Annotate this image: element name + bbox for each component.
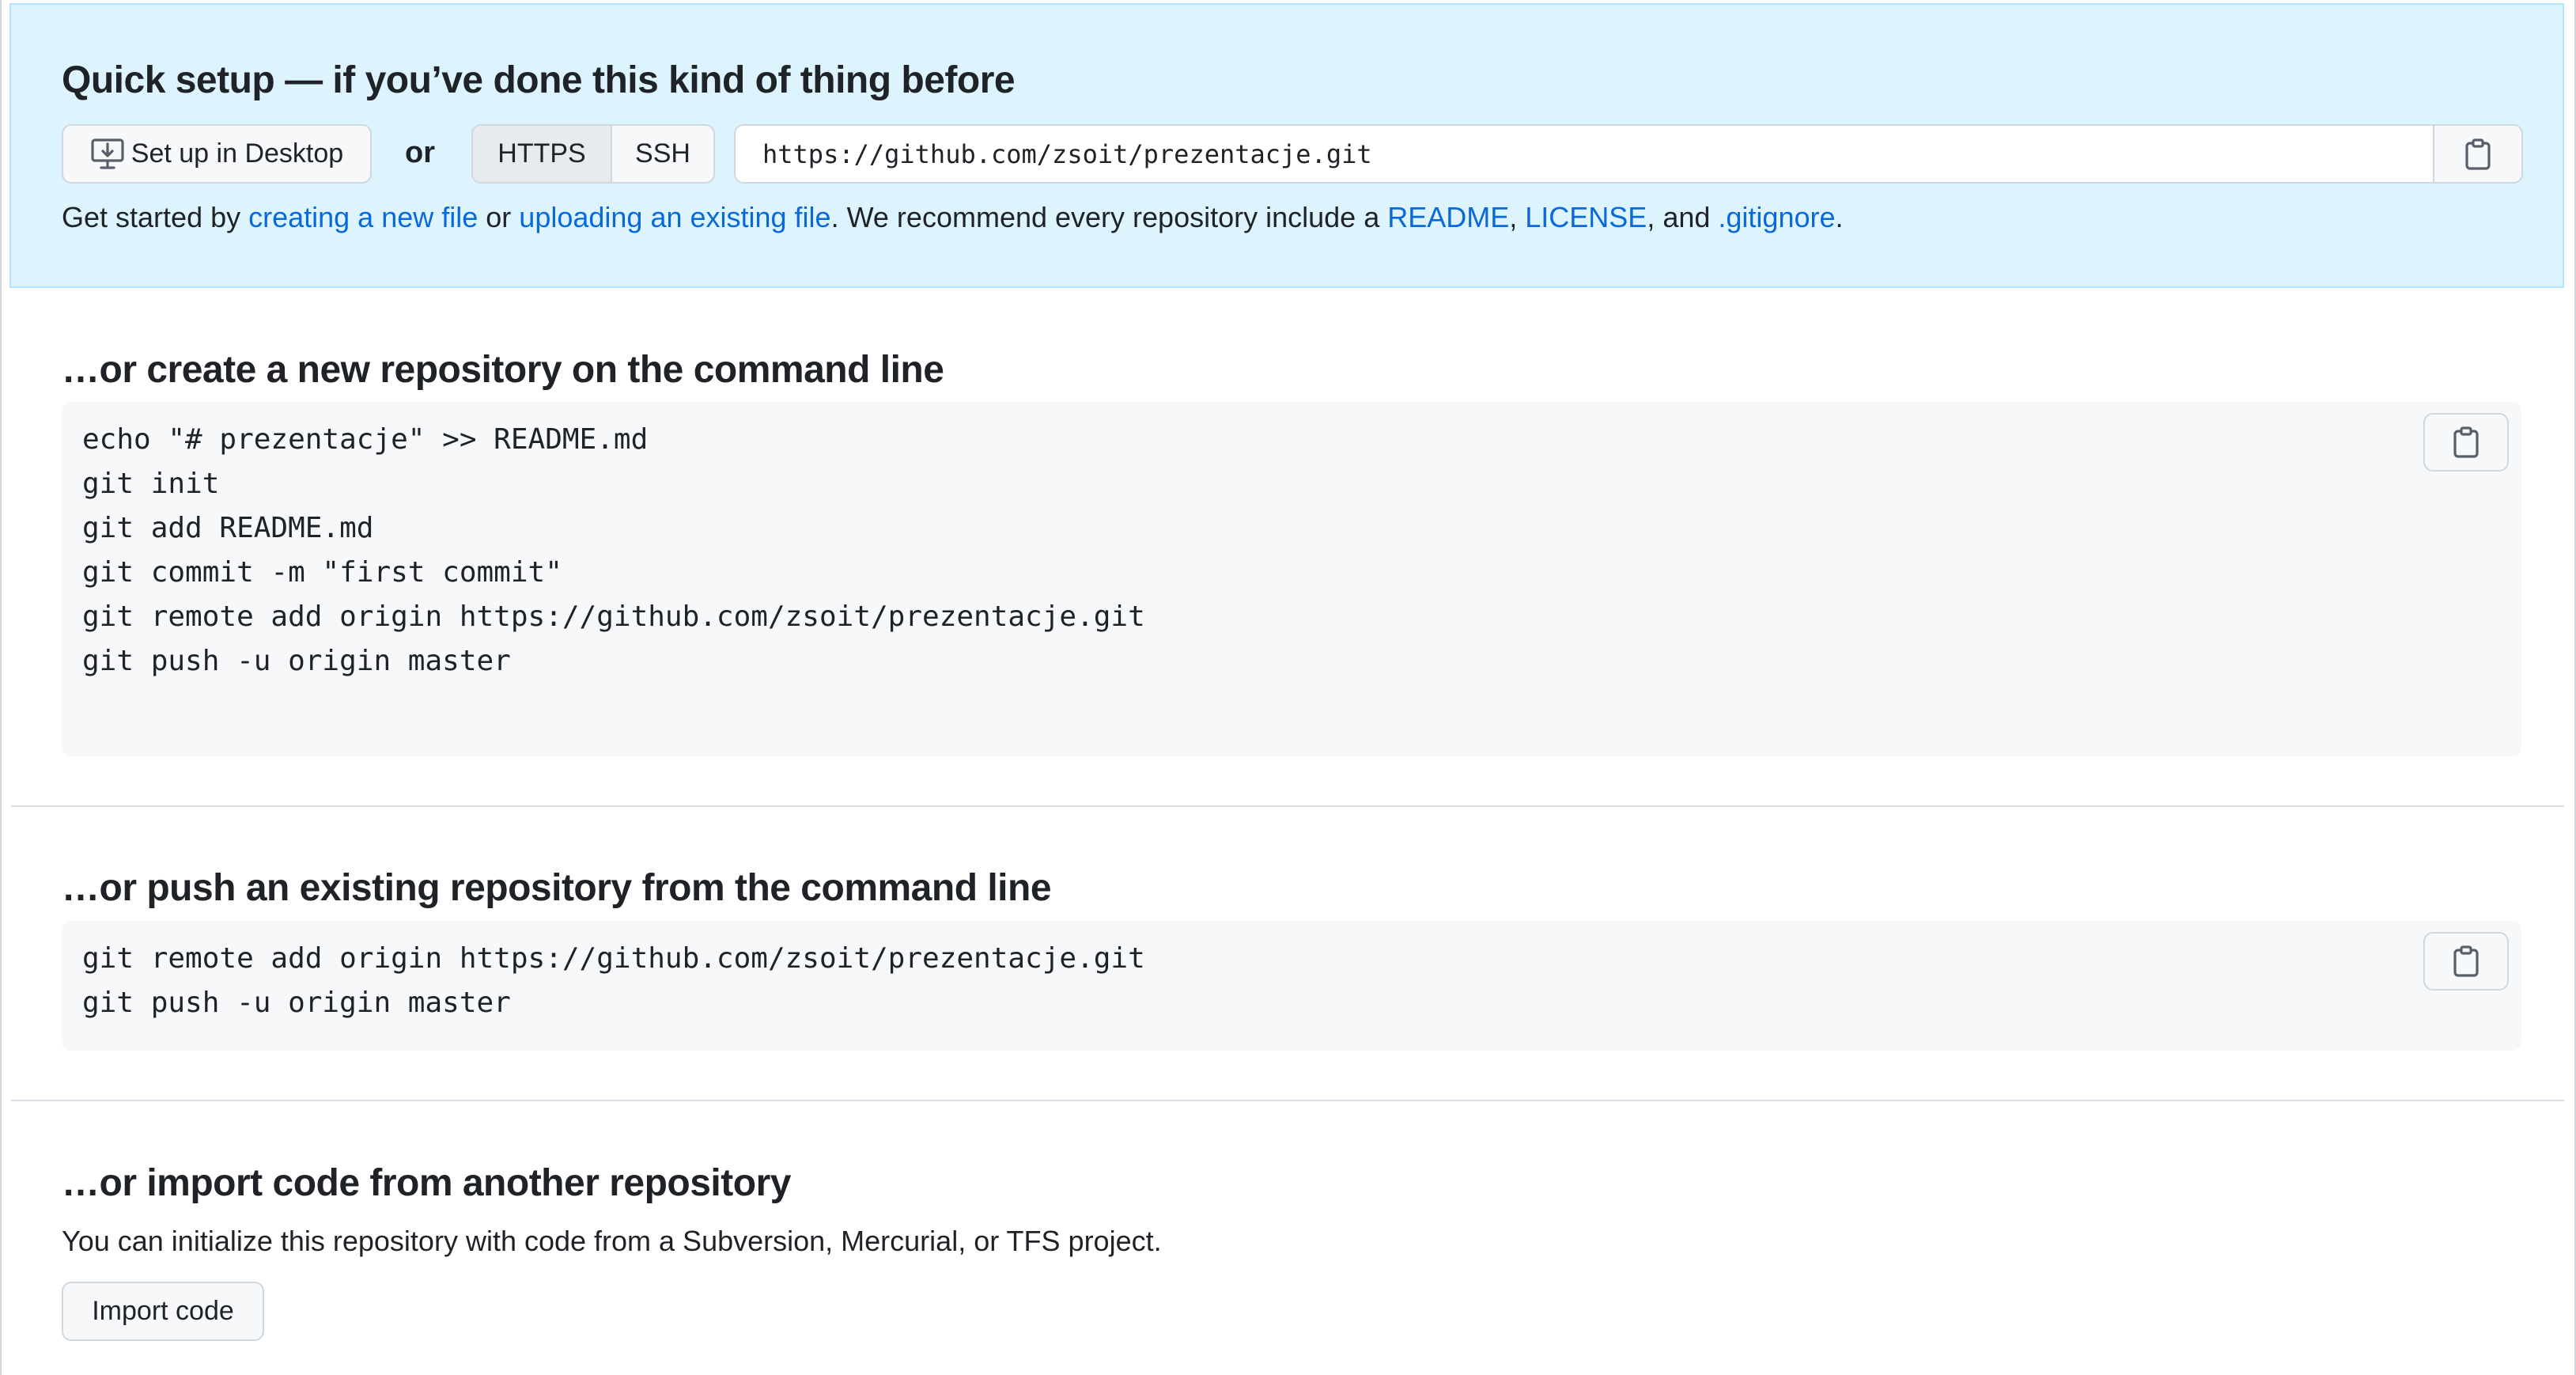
clone-url-field [734,124,2523,184]
protocol-toggle: HTTPS SSH [471,124,715,184]
section-divider [11,1100,2564,1101]
code-line: git remote add origin https://github.com… [82,942,1145,975]
code-line: git init [82,468,220,500]
code-line: git remote add origin https://github.com… [82,600,1145,633]
tab-https[interactable]: HTTPS [473,126,612,182]
import-code-button[interactable]: Import code [62,1282,264,1341]
or-label: or [405,136,435,169]
get-started-or: or [478,201,520,233]
code-line: git push -u origin master [82,987,511,1019]
get-started-middle: . We recommend every repository include … [830,201,1388,233]
get-started-prefix: Get started by [62,201,249,233]
tab-ssh[interactable]: SSH [612,126,713,182]
set-up-in-desktop-button[interactable]: Set up in Desktop [62,124,372,184]
code-line: git commit -m "first commit" [82,556,562,589]
push-section-title: …or push an existing repository from the… [62,867,1052,909]
clipboard-copy-icon [2452,945,2480,977]
create-code-block: echo "# prezentacje" >> README.md git ini… [62,402,2521,756]
create-section-title: …or create a new repository on the comma… [62,349,944,391]
code-line: echo "# prezentacje" >> README.md [82,423,649,456]
readme-link[interactable]: README [1387,201,1509,233]
create-new-file-link[interactable]: creating a new file [248,201,478,233]
code-line: git push -u origin master [82,645,511,677]
section-divider [11,805,2564,807]
clone-url-input[interactable] [736,125,2433,183]
clipboard-copy-icon [2452,426,2480,458]
create-code-lines: echo "# prezentacje" >> README.md git ini… [82,418,1145,684]
get-started-end: . [1835,201,1844,233]
copy-url-button[interactable] [2433,126,2521,182]
copy-create-commands-button[interactable] [2423,413,2509,472]
code-line: git add README.md [82,512,374,544]
clipboard-copy-icon [2464,138,2492,170]
desktop-download-icon [90,138,125,171]
import-section-title: …or import code from another repository [62,1162,791,1204]
gitignore-link[interactable]: .gitignore [1718,201,1835,233]
push-code-block: git remote add origin https://github.com… [62,921,2521,1051]
import-description: You can initialize this repository with … [62,1225,1162,1257]
license-link[interactable]: LICENSE [1525,201,1647,233]
upload-existing-file-link[interactable]: uploading an existing file [519,201,830,233]
set-up-in-desktop-label: Set up in Desktop [131,138,344,169]
copy-push-commands-button[interactable] [2423,932,2509,991]
get-started-comma: , [1509,201,1526,233]
quick-setup-title: Quick setup — if you’ve done this kind o… [62,59,1016,101]
get-started-and: , and [1647,201,1719,233]
push-code-lines: git remote add origin https://github.com… [82,937,1145,1025]
get-started-text: Get started by creating a new file or up… [62,201,1844,234]
